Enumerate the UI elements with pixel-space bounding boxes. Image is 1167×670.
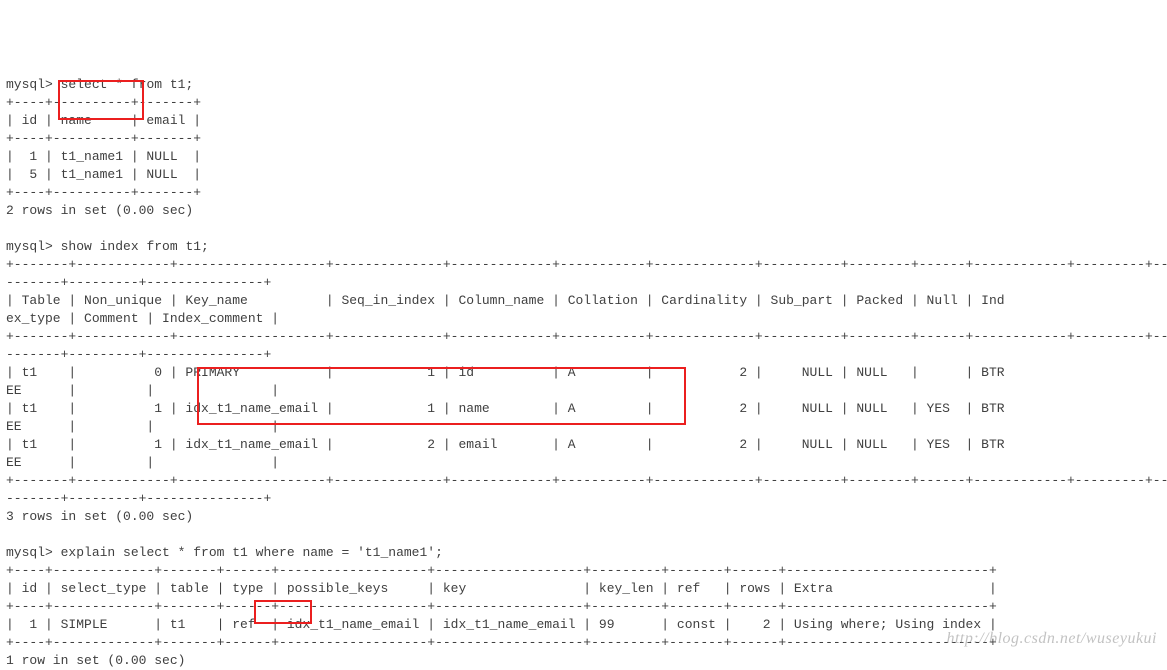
table-header: ex_type | Comment | Index_comment | — [6, 311, 279, 326]
table-row: | t1 | 1 | idx_t1_name_email | 1 | name … — [6, 401, 1005, 416]
sql-query-3: explain select * from t1 where name = 't… — [61, 545, 443, 560]
table-row: | 1 | SIMPLE | t1 | ref | idx_t1_name_em… — [6, 617, 997, 632]
sql-query-1: select * from t1; — [61, 77, 194, 92]
mysql-prompt: mysql> — [6, 239, 53, 254]
table-border: -------+---------+---------------+ — [6, 275, 271, 290]
table-border: -------+---------+---------------+ — [6, 491, 271, 506]
sql-query-2: show index from t1; — [61, 239, 209, 254]
table-header: | Table | Non_unique | Key_name | Seq_in… — [6, 293, 1005, 308]
table-border: +----+----------+-------+ — [6, 185, 201, 200]
table-header: | id | name | email | — [6, 113, 201, 128]
table-border: +----+----------+-------+ — [6, 131, 201, 146]
table-header: | id | select_type | table | type | poss… — [6, 581, 997, 596]
result-footer: 3 rows in set (0.00 sec) — [6, 509, 193, 524]
table-row: EE | | | — [6, 383, 279, 398]
table-border: +----+-------------+-------+------+-----… — [6, 563, 997, 578]
mysql-prompt: mysql> — [6, 545, 53, 560]
table-row: | t1 | 0 | PRIMARY | 1 | id | A | 2 | NU… — [6, 365, 1005, 380]
table-row: | t1 | 1 | idx_t1_name_email | 2 | email… — [6, 437, 1005, 452]
table-row: | 5 | t1_name1 | NULL | — [6, 167, 201, 182]
table-border: +----+----------+-------+ — [6, 95, 201, 110]
table-border: +-------+------------+------------------… — [6, 257, 1167, 272]
watermark: http://blog.csdn.net/wuseyukui — [946, 630, 1157, 648]
result-footer: 2 rows in set (0.00 sec) — [6, 203, 193, 218]
table-border: +-------+------------+------------------… — [6, 473, 1167, 488]
table-row: EE | | | — [6, 455, 279, 470]
table-border: +----+-------------+-------+------+-----… — [6, 599, 997, 614]
table-border: -------+---------+---------------+ — [6, 347, 271, 362]
table-border: +-------+------------+------------------… — [6, 329, 1167, 344]
table-border: +----+-------------+-------+------+-----… — [6, 635, 997, 650]
table-row: EE | | | — [6, 419, 279, 434]
mysql-prompt: mysql> — [6, 77, 53, 92]
result-footer: 1 row in set (0.00 sec) — [6, 653, 185, 668]
table-row: | 1 | t1_name1 | NULL | — [6, 149, 201, 164]
